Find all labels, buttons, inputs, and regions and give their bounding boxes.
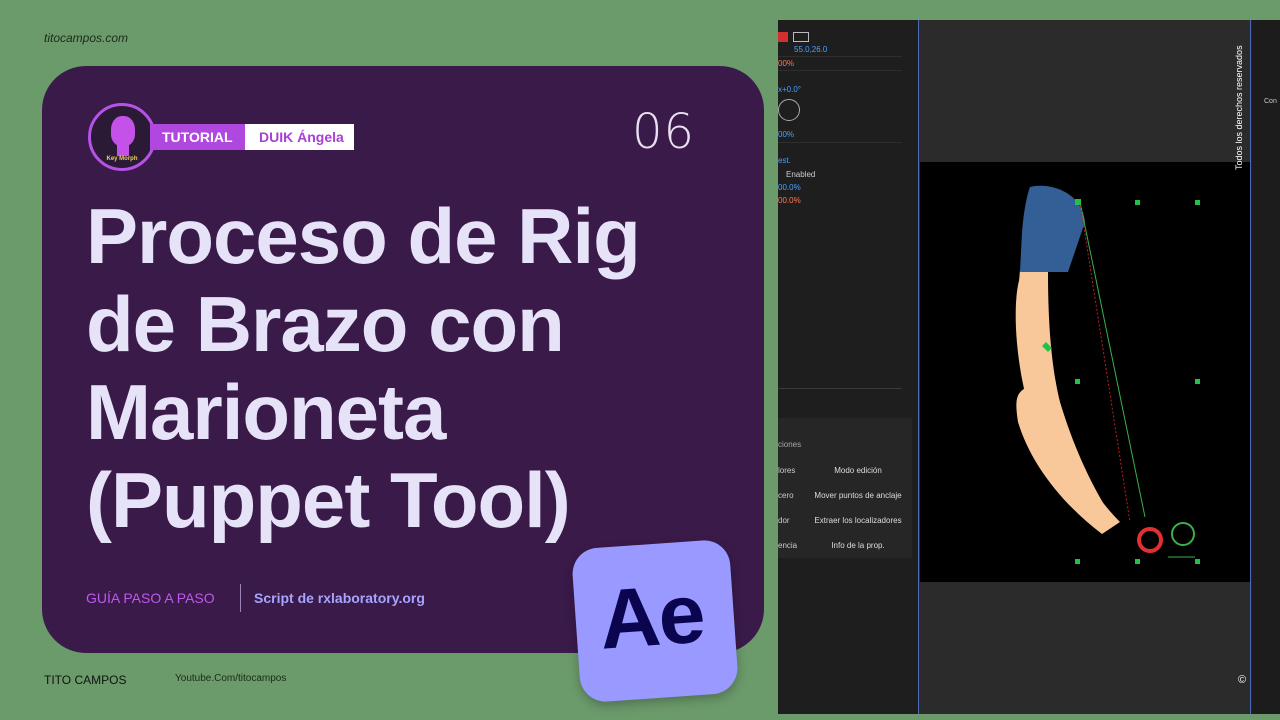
percent-value-2[interactable]: 00% <box>778 130 794 139</box>
percent-value-3[interactable]: 00.0% <box>778 183 801 192</box>
layer-handle[interactable] <box>1135 200 1140 205</box>
sleeve-shape <box>1020 185 1085 272</box>
rotation-dial-icon[interactable] <box>778 99 800 121</box>
title-line: de Brazo con <box>86 280 565 368</box>
page-title: Proceso de Rig de Brazo con Marioneta (P… <box>86 192 686 544</box>
prop-info-tool[interactable]: Info de la prop. <box>798 541 918 550</box>
guide-line <box>918 20 919 714</box>
title-line: Proceso de Rig <box>86 192 641 280</box>
layer-handle[interactable] <box>1135 559 1140 564</box>
tools-header: ciones <box>778 440 802 449</box>
avatar-neck <box>117 144 129 156</box>
guide-label: GUÍA PASO A PASO <box>86 590 215 606</box>
goal-controller-icon[interactable] <box>1171 522 1195 546</box>
guide-line <box>1250 20 1251 714</box>
tools-panel: ciones lores cero dor encia Modo edición… <box>778 418 912 558</box>
color-swatch-icon <box>778 32 788 42</box>
move-anchor-tool[interactable]: Mover puntos de anclaje <box>798 491 918 500</box>
tool-left-label: encia <box>778 541 798 550</box>
comp-canvas[interactable] <box>920 162 1250 582</box>
pin-handle[interactable] <box>1075 199 1081 205</box>
avatar: Key Morph <box>88 103 156 171</box>
copyright-symbol: © <box>1238 674 1247 686</box>
tutorial-badge: TUTORIAL <box>150 124 245 150</box>
layer-handle[interactable] <box>1195 559 1200 564</box>
author-name: TITO CAMPOS <box>44 673 127 687</box>
after-effects-screenshot: 55.0,26.0 00% x+0.0° 00% est. Enabled 00… <box>778 20 1280 714</box>
effects-panel: 55.0,26.0 00% x+0.0° 00% est. Enabled 00… <box>778 20 918 714</box>
title-line: (Puppet Tool) <box>86 456 571 544</box>
toggle-icon <box>793 32 809 42</box>
edit-mode-tool[interactable]: Modo edición <box>798 466 918 475</box>
script-credit: Script de rxlaboratory.org <box>254 590 425 606</box>
percent-value[interactable]: 00% <box>778 59 794 68</box>
layer-handle[interactable] <box>1195 379 1200 384</box>
series-badge: DUIK Ángela <box>245 124 354 150</box>
bone-line <box>1079 201 1146 518</box>
arm-illustration <box>1015 185 1200 564</box>
avatar-face-icon <box>111 116 135 146</box>
extract-locators-tool[interactable]: Extraer los localizadores <box>798 516 918 525</box>
youtube-link[interactable]: Youtube.Com/titocampos <box>175 673 286 684</box>
avatar-label: Key Morph <box>106 156 138 162</box>
layer-handle[interactable] <box>1075 379 1080 384</box>
right-panel-label: Con <box>1264 98 1277 105</box>
est-label: est. <box>778 156 791 165</box>
after-effects-logo-icon: Ae <box>570 538 740 704</box>
enabled-checkbox[interactable]: Enabled <box>786 170 815 179</box>
site-url[interactable]: titocampos.com <box>44 31 128 45</box>
title-line: Marioneta <box>86 368 446 456</box>
position-value[interactable]: 55.0,26.0 <box>794 45 827 54</box>
tool-left-label: dor <box>778 516 790 525</box>
tool-left-label: cero <box>778 491 794 500</box>
layer-handle[interactable] <box>1195 200 1200 205</box>
divider <box>240 584 241 612</box>
tool-left-label: lores <box>778 466 796 475</box>
rights-notice: Todos los derechos reservados <box>1234 45 1244 170</box>
layer-handle[interactable] <box>1075 559 1080 564</box>
right-side-panel: Con <box>1252 20 1280 714</box>
percent-value-4[interactable]: 00.0% <box>778 196 801 205</box>
episode-number: 06 <box>632 104 696 160</box>
ik-controller-icon[interactable] <box>1137 527 1163 553</box>
ae-logo-text: Ae <box>596 565 707 667</box>
rotation-value[interactable]: x+0.0° <box>778 85 801 94</box>
